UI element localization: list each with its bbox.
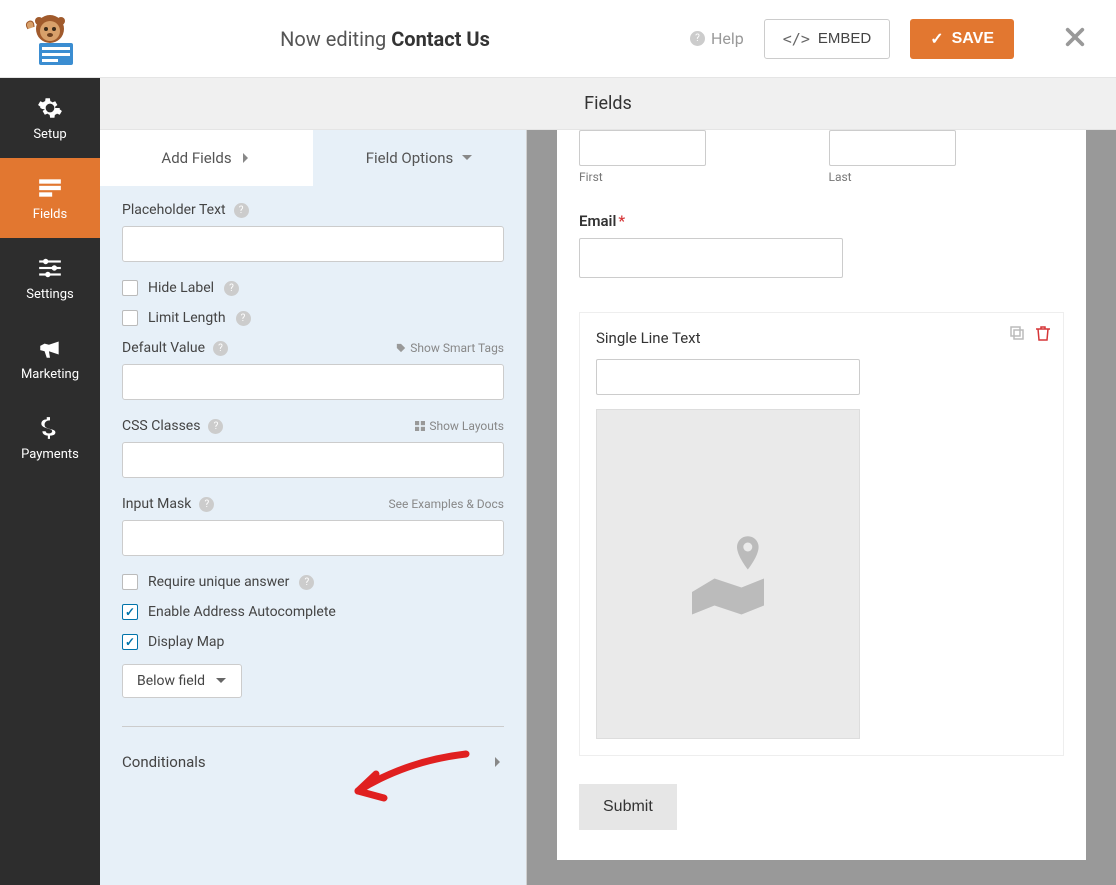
bullhorn-icon [37, 335, 63, 361]
last-name-input[interactable] [829, 130, 956, 166]
help-icon[interactable]: ? [208, 419, 223, 434]
sidebar-item-settings[interactable]: Settings [0, 238, 100, 318]
trash-icon [1035, 325, 1051, 341]
chevron-right-icon [492, 756, 504, 768]
help-icon[interactable]: ? [224, 281, 239, 296]
email-label: Email* [579, 212, 1064, 230]
help-link[interactable]: ? Help [690, 29, 744, 48]
map-pin-icon [683, 529, 773, 619]
help-icon[interactable]: ? [234, 203, 249, 218]
form-name: Contact Us [391, 27, 490, 51]
checkbox-icon [122, 310, 138, 326]
page-title: Now editing Contact Us [80, 27, 690, 51]
help-icon[interactable]: ? [299, 575, 314, 590]
close-button[interactable] [1064, 26, 1086, 52]
form-preview-area: First Last Email* [527, 130, 1116, 885]
editing-prefix: Now editing [280, 27, 391, 51]
conditionals-section[interactable]: Conditionals [122, 743, 504, 781]
hide-label-checkbox[interactable]: Hide Label ? [122, 280, 504, 296]
label-default-value: Default Value [122, 340, 205, 356]
examples-link[interactable]: See Examples & Docs [389, 497, 504, 511]
chevron-right-icon [240, 152, 252, 164]
map-position-select[interactable]: Below field [122, 664, 242, 698]
required-mark: * [618, 212, 625, 230]
checkbox-icon [122, 574, 138, 590]
field-label: Single Line Text [596, 329, 1047, 347]
close-icon [1064, 26, 1086, 48]
sidebar-item-payments[interactable]: Payments [0, 398, 100, 478]
delete-button[interactable] [1035, 325, 1051, 345]
tag-icon [396, 343, 406, 353]
help-icon[interactable]: ? [213, 341, 228, 356]
enable-autocomplete-checkbox[interactable]: Enable Address Autocomplete [122, 604, 504, 620]
fields-heading: Fields [100, 78, 1116, 130]
dollar-icon [37, 415, 63, 441]
tab-add-fields[interactable]: Add Fields [100, 130, 313, 186]
chevron-down-icon [461, 152, 473, 164]
form-icon [37, 175, 63, 201]
tab-field-options[interactable]: Field Options [313, 130, 526, 186]
label-input-mask: Input Mask [122, 496, 191, 512]
limit-length-checkbox[interactable]: Limit Length ? [122, 310, 504, 326]
help-icon[interactable]: ? [199, 497, 214, 512]
grid-icon [415, 421, 425, 431]
duplicate-button[interactable] [1009, 325, 1025, 345]
gear-icon [37, 95, 63, 121]
default-value-input[interactable] [122, 364, 504, 400]
embed-button[interactable]: </> EMBED [764, 19, 890, 59]
input-mask-input[interactable] [122, 520, 504, 556]
sidebar-item-marketing[interactable]: Marketing [0, 318, 100, 398]
label-css-classes: CSS Classes [122, 418, 200, 434]
field-options-panel: Add Fields Field Options Placeholder Tex… [100, 130, 527, 885]
sidebar: Setup Fields Settings Marketing Payments [0, 78, 100, 885]
check-icon: ✓ [930, 29, 943, 49]
show-smart-tags-link[interactable]: Show Smart Tags [396, 341, 504, 355]
code-icon: </> [783, 30, 810, 48]
require-unique-checkbox[interactable]: Require unique answer ? [122, 574, 504, 590]
first-name-input[interactable] [579, 130, 706, 166]
single-line-field-card[interactable]: Single Line Text [579, 312, 1064, 756]
divider [122, 726, 504, 727]
sidebar-item-setup[interactable]: Setup [0, 78, 100, 158]
css-classes-input[interactable] [122, 442, 504, 478]
label-placeholder-text: Placeholder Text [122, 202, 226, 218]
checkbox-checked-icon [122, 634, 138, 650]
copy-icon [1009, 325, 1025, 341]
email-input[interactable] [579, 238, 843, 278]
map-placeholder [596, 409, 860, 739]
last-label: Last [829, 170, 1065, 184]
placeholder-text-input[interactable] [122, 226, 504, 262]
header: Now editing Contact Us ? Help </> EMBED … [0, 0, 1116, 78]
checkbox-checked-icon [122, 604, 138, 620]
save-button[interactable]: ✓ SAVE [910, 19, 1014, 59]
submit-button[interactable]: Submit [579, 784, 677, 830]
display-map-checkbox[interactable]: Display Map [122, 634, 504, 650]
show-layouts-link[interactable]: Show Layouts [415, 419, 504, 433]
help-icon[interactable]: ? [236, 311, 251, 326]
single-line-input[interactable] [596, 359, 860, 395]
form-preview: First Last Email* [557, 130, 1086, 860]
sidebar-item-fields[interactable]: Fields [0, 158, 100, 238]
checkbox-icon [122, 280, 138, 296]
first-label: First [579, 170, 815, 184]
help-icon: ? [690, 31, 705, 46]
chevron-down-icon [215, 675, 227, 687]
app-logo [20, 9, 80, 69]
sliders-icon [37, 255, 63, 281]
